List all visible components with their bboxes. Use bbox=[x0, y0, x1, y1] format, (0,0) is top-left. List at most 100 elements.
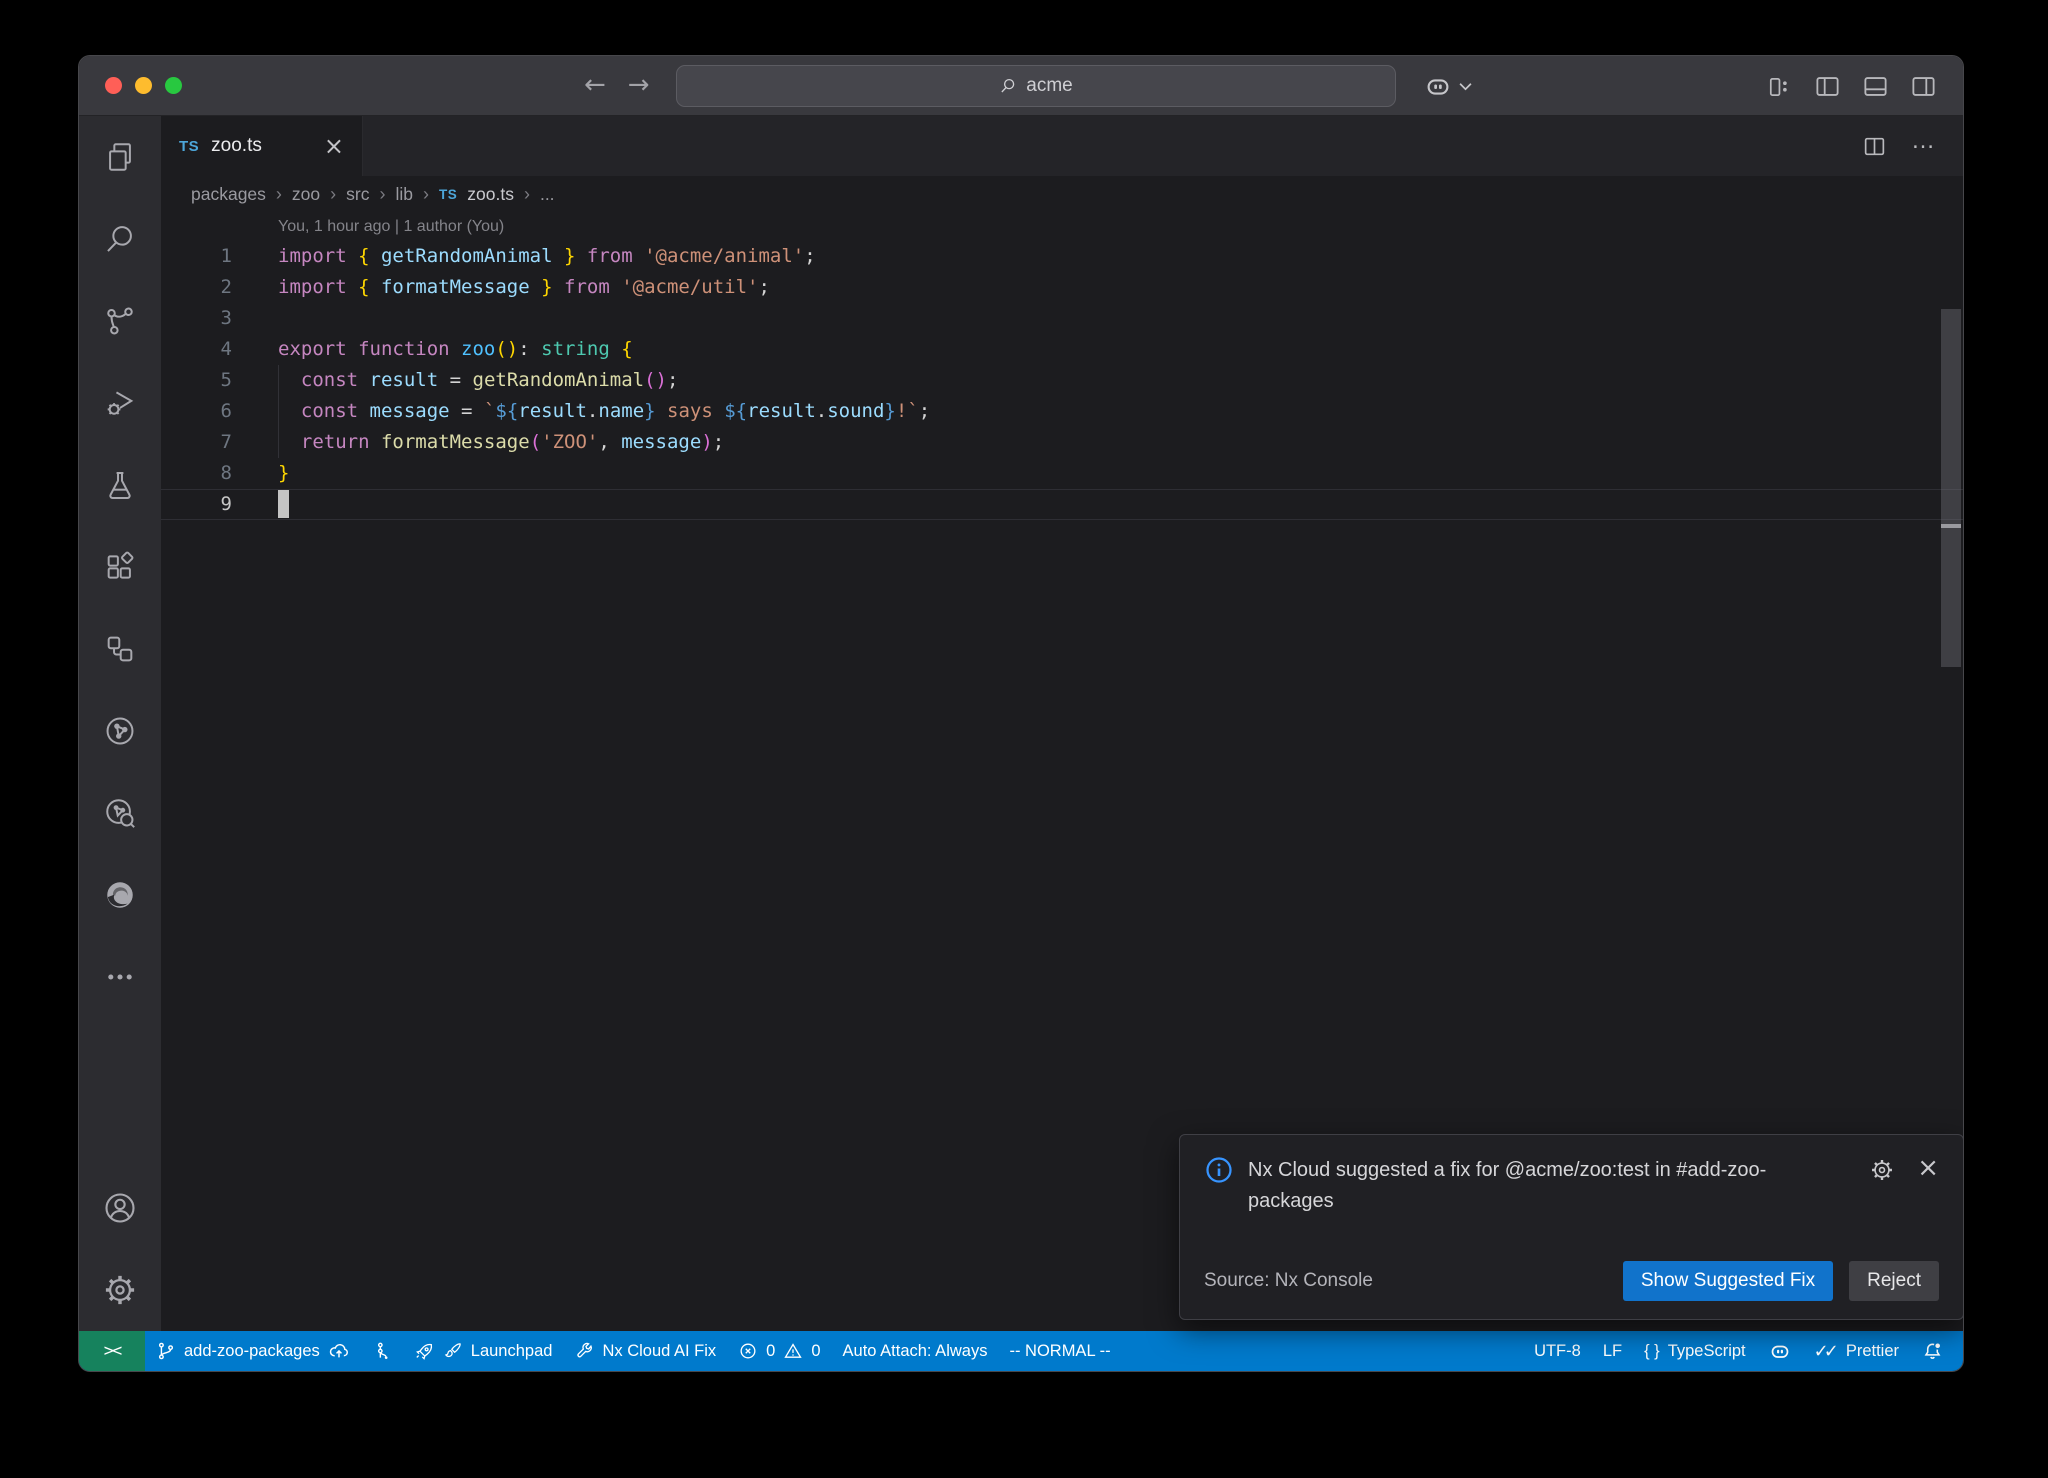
more-actions-icon[interactable]: … bbox=[1911, 141, 1937, 151]
breadcrumb-item-file[interactable]: zoo.ts bbox=[467, 184, 514, 205]
show-suggested-fix-button[interactable]: Show Suggested Fix bbox=[1623, 1261, 1833, 1301]
sidebar-item-source-control[interactable] bbox=[79, 280, 161, 362]
breadcrumb-item[interactable]: zoo bbox=[292, 184, 320, 205]
split-editor-icon[interactable] bbox=[1862, 134, 1887, 159]
reject-button[interactable]: Reject bbox=[1849, 1261, 1939, 1301]
zoom-window-button[interactable] bbox=[165, 77, 182, 94]
commit-graph-icon bbox=[372, 1341, 392, 1361]
back-arrow-icon[interactable]: ← bbox=[584, 70, 606, 100]
code-line[interactable]: 1import { getRandomAnimal } from '@acme/… bbox=[161, 241, 1963, 272]
breadcrumb-separator: › bbox=[330, 184, 336, 205]
launchpad-item[interactable]: Launchpad bbox=[403, 1331, 564, 1371]
code-line[interactable]: 3 bbox=[161, 303, 1963, 334]
tab-label: zoo.ts bbox=[211, 135, 262, 157]
line-number: 5 bbox=[161, 365, 232, 396]
typescript-file-icon: TS bbox=[439, 187, 457, 202]
formatter-label: Prettier bbox=[1846, 1342, 1899, 1361]
sidebar-item-nx-graph[interactable] bbox=[79, 690, 161, 772]
overview-ruler-cursor-mark bbox=[1941, 524, 1961, 528]
sidebar-item-run-debug[interactable] bbox=[79, 362, 161, 444]
line-number: 3 bbox=[161, 303, 232, 334]
breadcrumb-item[interactable]: ... bbox=[540, 184, 555, 205]
notification-toast: Nx Cloud suggested a fix for @acme/zoo:t… bbox=[1179, 1134, 1964, 1320]
copilot-menu[interactable] bbox=[1423, 71, 1472, 101]
notifications-item[interactable] bbox=[1910, 1331, 1955, 1371]
remote-icon: >< bbox=[104, 1341, 120, 1361]
formatter-item[interactable]: ✓✓ Prettier bbox=[1803, 1331, 1910, 1371]
vim-block-cursor bbox=[278, 490, 289, 518]
info-icon bbox=[1204, 1155, 1234, 1185]
code-line[interactable]: 7 return formatMessage('ZOO', message); bbox=[161, 427, 1963, 458]
git-branch-icon bbox=[156, 1341, 176, 1361]
customize-layout-icon[interactable] bbox=[1767, 74, 1793, 100]
commit-graph-item[interactable] bbox=[361, 1331, 403, 1371]
nx-cloud-fix-item[interactable]: Nx Cloud AI Fix bbox=[563, 1331, 727, 1371]
warning-count: 0 bbox=[811, 1342, 820, 1361]
sidebar-item-explorer[interactable] bbox=[79, 116, 161, 198]
breadcrumb-separator: › bbox=[379, 184, 385, 205]
toggle-panel-icon[interactable] bbox=[1862, 73, 1889, 100]
account-button[interactable] bbox=[79, 1167, 161, 1249]
settings-button[interactable] bbox=[79, 1249, 161, 1331]
breadcrumb: packages› zoo› src› lib› TS zoo.ts› ... bbox=[161, 176, 1963, 212]
remote-indicator[interactable]: >< bbox=[79, 1331, 145, 1371]
line-number: 8 bbox=[161, 458, 232, 489]
sidebar-item-nx-cloud[interactable] bbox=[79, 772, 161, 854]
settings-gear-icon bbox=[102, 1272, 138, 1308]
code-line[interactable]: 5 const result = getRandomAnimal(); bbox=[161, 365, 1963, 396]
auto-attach-item[interactable]: Auto Attach: Always bbox=[832, 1331, 999, 1371]
breadcrumb-item[interactable]: lib bbox=[395, 184, 413, 205]
close-window-button[interactable] bbox=[105, 77, 122, 94]
sidebar-item-search[interactable] bbox=[79, 198, 161, 280]
eol-item[interactable]: LF bbox=[1592, 1331, 1633, 1371]
wrench-icon bbox=[574, 1341, 594, 1361]
copilot-status-item[interactable] bbox=[1757, 1331, 1803, 1371]
tab-zoo-ts[interactable]: TS zoo.ts × bbox=[161, 116, 363, 176]
git-branch-item[interactable]: add-zoo-packages bbox=[145, 1331, 361, 1371]
more-views-icon bbox=[103, 960, 137, 994]
editor-scrollbar[interactable] bbox=[1941, 309, 1961, 667]
breadcrumb-item[interactable]: src bbox=[346, 184, 369, 205]
code-line[interactable]: 9 bbox=[161, 489, 1963, 520]
minimize-window-button[interactable] bbox=[135, 77, 152, 94]
breadcrumb-separator: › bbox=[423, 184, 429, 205]
cloud-upload-icon bbox=[328, 1340, 350, 1362]
tab-close-icon[interactable]: × bbox=[324, 134, 344, 158]
vim-mode-item[interactable]: -- NORMAL -- bbox=[998, 1331, 1121, 1371]
source-control-icon bbox=[103, 304, 137, 338]
chevron-down-icon bbox=[1459, 82, 1472, 91]
encoding-item[interactable]: UTF-8 bbox=[1523, 1331, 1592, 1371]
breadcrumb-item[interactable]: packages bbox=[191, 184, 266, 205]
code-line[interactable]: 6 const message = `${result.name} says $… bbox=[161, 396, 1963, 427]
extensions-icon bbox=[103, 550, 137, 584]
notification-settings-gear-icon[interactable] bbox=[1869, 1157, 1895, 1183]
command-center-search[interactable]: acme bbox=[676, 65, 1396, 107]
code-line[interactable]: 2import { formatMessage } from '@acme/ut… bbox=[161, 272, 1963, 303]
indent-guide bbox=[278, 427, 279, 458]
toggle-secondary-sidebar-icon[interactable] bbox=[1910, 73, 1937, 100]
notification-close-icon[interactable]: × bbox=[1917, 1157, 1939, 1179]
sidebar-item-nx-console[interactable] bbox=[79, 608, 161, 690]
search-icon bbox=[999, 77, 1017, 95]
window-controls bbox=[105, 77, 182, 94]
codelens-blame[interactable]: You, 1 hour ago | 1 author (You) bbox=[161, 212, 1963, 241]
bell-dot-icon bbox=[1921, 1340, 1944, 1363]
code-line[interactable]: 8} bbox=[161, 458, 1963, 489]
problems-item[interactable]: 0 0 bbox=[727, 1331, 831, 1371]
status-bar: >< add-zoo-packages Launchpad Nx Cloud A… bbox=[79, 1331, 1963, 1371]
sidebar-item-testing[interactable] bbox=[79, 444, 161, 526]
notification-source: Source: Nx Console bbox=[1204, 1270, 1373, 1292]
testing-flask-icon bbox=[103, 468, 137, 502]
sidebar-item-extensions[interactable] bbox=[79, 526, 161, 608]
rocket-icon bbox=[414, 1341, 435, 1362]
sidebar-item-edge-tools[interactable] bbox=[79, 854, 161, 936]
toggle-primary-sidebar-icon[interactable] bbox=[1814, 73, 1841, 100]
search-view-icon bbox=[103, 222, 137, 256]
code-lines: 1import { getRandomAnimal } from '@acme/… bbox=[161, 241, 1963, 520]
code-line[interactable]: 4export function zoo(): string { bbox=[161, 334, 1963, 365]
nx-cloud-fix-label: Nx Cloud AI Fix bbox=[602, 1342, 716, 1361]
language-mode-item[interactable]: { } TypeScript bbox=[1633, 1331, 1757, 1371]
nx-cloud-icon bbox=[103, 796, 137, 830]
forward-arrow-icon[interactable]: → bbox=[628, 70, 650, 100]
sidebar-item-more-views[interactable] bbox=[79, 936, 161, 1018]
